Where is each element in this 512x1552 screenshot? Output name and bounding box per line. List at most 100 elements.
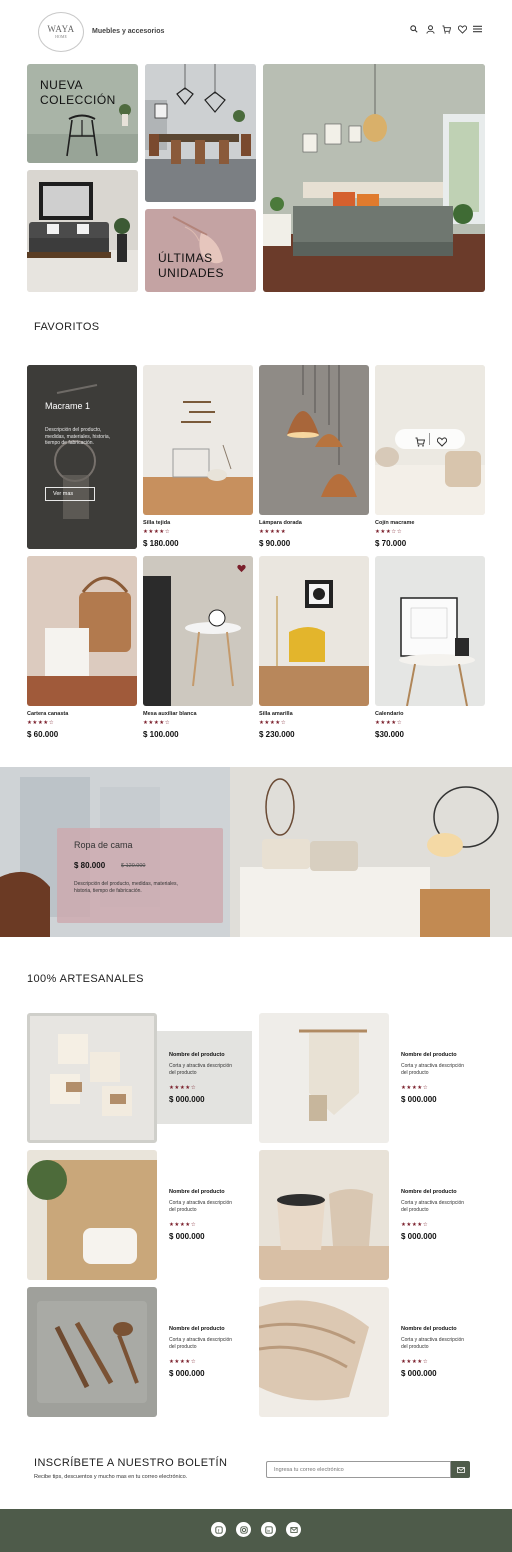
artesanal-description: Corta y atractiva descripción del produc… (169, 1200, 233, 1213)
product-image-silla-tejida[interactable] (143, 365, 253, 515)
logo[interactable]: WAYA HOME (38, 12, 84, 52)
mail-icon[interactable] (286, 1522, 301, 1537)
artesanal-description: Corta y atractiva descripción del produc… (169, 1063, 233, 1076)
side-table-illustration (143, 556, 253, 706)
nueva-coleccion-label: NUEVA COLECCIÓN (40, 78, 116, 108)
product-image-calendario[interactable] (375, 556, 485, 706)
artesanal-name[interactable]: Nombre del producto (401, 1326, 457, 1332)
artesanal-price: $ 000.000 (169, 1369, 205, 1378)
product-name[interactable]: Silla amarilla (259, 711, 293, 717)
product-name[interactable]: Silla tejida (143, 520, 170, 526)
promo-price: $ 80.000 (74, 861, 106, 870)
artesanal-rating: ★★★★☆ (401, 1359, 429, 1365)
product-image-mesa-auxiliar-blanca[interactable] (143, 556, 253, 706)
promo-title: Ropa de cama (74, 840, 133, 850)
facebook-icon[interactable]: f (211, 1522, 226, 1537)
bedroom-illustration (263, 64, 485, 292)
promo-old-price: $ 120.000 (121, 863, 146, 869)
product-name[interactable]: Calendario (375, 711, 403, 717)
footer (0, 1509, 512, 1552)
add-to-cart-icon[interactable] (415, 434, 426, 452)
bedroom-image[interactable] (263, 64, 485, 292)
favoritos-title: FAVORITOS (34, 321, 100, 333)
product-image-cartera-canasta[interactable] (27, 556, 137, 706)
artesanal-image-mugs[interactable] (259, 1150, 389, 1280)
artesanal-description: Corta y atractiva descripción del produc… (169, 1337, 233, 1350)
macrame-wall-illustration (299, 1029, 367, 1121)
artesanal-price: $ 000.000 (169, 1095, 205, 1104)
newsletter-submit-button[interactable] (451, 1461, 470, 1478)
artesanal-rating: ★★★★☆ (169, 1359, 197, 1365)
newsletter-email-input[interactable] (266, 1461, 451, 1478)
artesanal-rating: ★★★★☆ (401, 1222, 429, 1228)
product-rating: ★★★★☆ (375, 720, 403, 726)
artesanal-rating: ★★★★☆ (169, 1222, 197, 1228)
unidades-line: UNIDADES (158, 266, 225, 280)
product-name[interactable]: Lámpara dorada (259, 520, 302, 526)
artesanal-image-coasters[interactable] (27, 1013, 157, 1143)
ver-mas-button[interactable]: Ver mas (45, 487, 95, 501)
coasters-illustration (50, 1034, 132, 1116)
nueva-line: NUEVA (40, 78, 83, 92)
promo-card: Ropa de cama $ 80.000 $ 120.000 Descripc… (57, 828, 223, 923)
logo-subtext: HOME (55, 34, 67, 39)
product-name[interactable]: Cojín macrame (375, 520, 414, 526)
artesanal-name[interactable]: Nombre del producto (169, 1189, 225, 1195)
svg-text:in: in (267, 1528, 270, 1533)
linkedin-icon[interactable]: in (261, 1522, 276, 1537)
newsletter-title: INSCRÍBETE A NUESTRO BOLETÍN (34, 1457, 228, 1469)
quick-actions-overlay (395, 429, 465, 449)
fringe-blanket-illustration (259, 1300, 369, 1401)
chair-shelf-illustration (143, 401, 253, 515)
menu-icon[interactable] (472, 24, 482, 34)
artesanal-description: Corta y atractiva descripción del produc… (401, 1200, 465, 1213)
cart-icon[interactable] (441, 24, 451, 34)
ultimas-unidades-label: ÚLTIMAS UNIDADES (158, 251, 224, 281)
add-to-favorites-icon[interactable] (436, 434, 448, 452)
instagram-icon[interactable] (236, 1522, 251, 1537)
dining-room-image[interactable] (145, 64, 256, 202)
artesanal-description: Corta y atractiva descripción del produc… (401, 1063, 465, 1076)
basket-illustration (27, 556, 137, 706)
product-image-cojin-macrame[interactable] (375, 365, 485, 515)
user-icon[interactable] (425, 24, 435, 34)
feature-title: Macrame 1 (45, 401, 91, 411)
nueva-coleccion-tile[interactable]: NUEVA COLECCIÓN (27, 64, 138, 163)
highlight-card-bg (157, 1031, 252, 1124)
product-price: $30.000 (375, 730, 404, 739)
artesanal-image-macrame[interactable] (259, 1013, 389, 1143)
artesanal-name[interactable]: Nombre del producto (169, 1326, 225, 1332)
newsletter-subtitle: Recibe tips, descuentos y mucho mas en t… (34, 1474, 188, 1480)
artesanal-name[interactable]: Nombre del producto (401, 1189, 457, 1195)
promo-banner[interactable]: Ropa de cama $ 80.000 $ 120.000 Descripc… (0, 767, 512, 937)
artesanal-name[interactable]: Nombre del producto (401, 1052, 457, 1058)
living-room-image[interactable] (27, 170, 138, 292)
product-price: $ 180.000 (143, 539, 179, 548)
artesanal-image-blanket[interactable] (259, 1287, 389, 1417)
artesanal-rating: ★★★★☆ (169, 1085, 197, 1091)
artesanal-price: $ 000.000 (401, 1369, 437, 1378)
living-illustration (27, 170, 138, 292)
macrame-feature-card[interactable]: Macrame 1 Descripción del producto, medi… (27, 365, 137, 549)
dining-illustration (145, 64, 256, 202)
product-rating: ★★★★☆ (143, 529, 171, 535)
product-price: $ 100.000 (143, 730, 179, 739)
rattan-chair-illustration (27, 1160, 157, 1280)
product-image-silla-amarilla[interactable] (259, 556, 369, 706)
product-price: $ 70.000 (375, 539, 407, 548)
product-rating: ★★★★★ (259, 529, 287, 535)
artesanal-image-utensils[interactable] (27, 1287, 157, 1417)
heart-icon[interactable] (457, 24, 467, 34)
product-image-lampara-dorada[interactable] (259, 365, 369, 515)
promo-description: Descripción del producto, medidas, mater… (74, 881, 178, 894)
feature-description: Descripción del producto, medidas, mater… (45, 427, 111, 446)
artesanal-name[interactable]: Nombre del producto (169, 1052, 225, 1058)
macrame-illustration (27, 365, 137, 549)
product-name[interactable]: Cartera canasta (27, 711, 68, 717)
favorite-active-icon[interactable] (237, 560, 246, 578)
product-name[interactable]: Mesa auxiliar blanca (143, 711, 197, 717)
ultimas-unidades-tile[interactable]: ÚLTIMAS UNIDADES (145, 209, 256, 292)
artesanal-rating: ★★★★☆ (401, 1085, 429, 1091)
search-icon[interactable] (409, 24, 419, 34)
artesanal-image-cushion[interactable] (27, 1150, 157, 1280)
